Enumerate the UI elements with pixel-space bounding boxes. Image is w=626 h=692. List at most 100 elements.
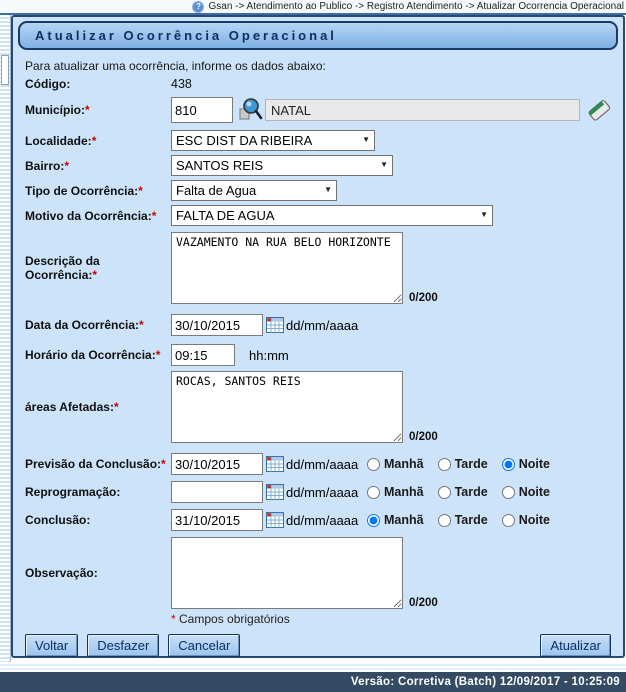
footer-bar: Versão: Corretiva (Batch) 12/09/2017 - 1… bbox=[0, 672, 626, 692]
previsao-date-input[interactable] bbox=[171, 453, 263, 475]
intro-text: Para atualizar uma ocorrência, informe o… bbox=[25, 59, 611, 73]
radio-tarde[interactable] bbox=[438, 486, 451, 499]
required-asterisk: * bbox=[161, 457, 166, 471]
municipio-row: Município:* NATAL bbox=[25, 97, 611, 123]
motivo-ocorrencia-select[interactable]: FALTA DE AGUA bbox=[171, 205, 493, 226]
horario-input[interactable] bbox=[171, 344, 235, 366]
areas-char-counter: 0/200 bbox=[409, 431, 438, 443]
municipio-code-input[interactable] bbox=[171, 97, 233, 123]
action-buttons-row: Voltar Desfazer Cancelar Atualizar bbox=[25, 634, 611, 657]
descricao-label: Descrição da Ocorrência:* bbox=[25, 254, 171, 283]
radio-noite[interactable] bbox=[502, 514, 515, 527]
previsao-calendar-button[interactable] bbox=[266, 456, 284, 472]
data-ocorrencia-label: Data da Ocorrência:* bbox=[25, 318, 171, 332]
previsao-row: Previsão da Conclusão:* dd/mm/aaaa Manhã… bbox=[25, 453, 611, 475]
descricao-row: Descrição da Ocorrência:* VAZAMENTO NA R… bbox=[25, 232, 611, 304]
date-format-hint: dd/mm/aaaa bbox=[286, 513, 358, 528]
conclusao-label: Conclusão: bbox=[25, 513, 171, 527]
main-panel: Atualizar Ocorrência Operacional Para at… bbox=[11, 15, 625, 658]
date-format-hint: dd/mm/aaaa bbox=[286, 318, 358, 333]
page-body: Atualizar Ocorrência Operacional Para at… bbox=[0, 15, 626, 662]
horario-row: Horário da Ocorrência:* hh:mm bbox=[25, 344, 611, 366]
municipio-clear-button[interactable] bbox=[588, 98, 611, 122]
atualizar-button[interactable]: Atualizar bbox=[540, 634, 611, 657]
bairro-select[interactable]: SANTOS REIS bbox=[171, 155, 393, 176]
tipo-ocorrencia-label: Tipo de Ocorrência:* bbox=[25, 184, 171, 198]
tipo-ocorrencia-row: Tipo de Ocorrência:* Falta de Agua ▼ bbox=[25, 180, 611, 201]
conclusao-calendar-button[interactable] bbox=[266, 512, 284, 528]
radio-manha[interactable] bbox=[367, 458, 380, 471]
frame-divider[interactable] bbox=[0, 15, 11, 662]
reprogramacao-label: Reprogramação: bbox=[25, 485, 171, 499]
localidade-label: Localidade:* bbox=[25, 134, 171, 148]
frame-divider-handle[interactable] bbox=[1, 55, 9, 85]
radio-manha[interactable] bbox=[367, 514, 380, 527]
radio-tarde[interactable] bbox=[438, 514, 451, 527]
footer-stripes bbox=[0, 662, 626, 672]
radio-option-tarde[interactable]: Tarde bbox=[438, 485, 488, 499]
desfazer-button[interactable]: Desfazer bbox=[87, 634, 159, 657]
calendar-icon bbox=[266, 317, 284, 333]
calendar-icon bbox=[266, 512, 284, 528]
radio-option-manha[interactable]: Manhã bbox=[367, 513, 424, 527]
radio-noite[interactable] bbox=[502, 458, 515, 471]
radio-option-manha[interactable]: Manhã bbox=[367, 457, 424, 471]
cancelar-button[interactable]: Cancelar bbox=[168, 634, 240, 657]
conclusao-row: Conclusão: dd/mm/aaaa Manhã Tarde Noite bbox=[25, 509, 611, 531]
required-asterisk: * bbox=[92, 134, 97, 148]
data-ocorrencia-calendar-button[interactable] bbox=[266, 317, 284, 333]
radio-tarde[interactable] bbox=[438, 458, 451, 471]
tipo-ocorrencia-select[interactable]: Falta de Agua bbox=[171, 180, 337, 201]
observacao-char-counter: 0/200 bbox=[409, 597, 438, 609]
localidade-select[interactable]: ESC DIST DA RIBEIRA bbox=[171, 130, 375, 151]
help-icon[interactable]: ? bbox=[192, 1, 204, 13]
reprogramacao-period-group: Manhã Tarde Noite bbox=[353, 485, 550, 499]
conclusao-date-input[interactable] bbox=[171, 509, 263, 531]
required-note: * Campos obrigatórios bbox=[171, 612, 290, 626]
previsao-label: Previsão da Conclusão:* bbox=[25, 457, 171, 471]
reprogramacao-row: Reprogramação: dd/mm/aaaa Manhã Tarde No… bbox=[25, 481, 611, 503]
radio-option-tarde[interactable]: Tarde bbox=[438, 513, 488, 527]
municipio-search-button[interactable] bbox=[237, 97, 263, 123]
localidade-row: Localidade:* ESC DIST DA RIBEIRA ▼ bbox=[25, 130, 611, 151]
breadcrumb-bar: ? Gsan -> Atendimento ao Publico -> Regi… bbox=[0, 0, 626, 15]
areas-afetadas-row: áreas Afetadas:* ROCAS, SANTOS REIS 0/20… bbox=[25, 371, 611, 443]
radio-manha[interactable] bbox=[367, 486, 380, 499]
required-asterisk: * bbox=[64, 159, 69, 173]
date-format-hint: dd/mm/aaaa bbox=[286, 457, 358, 472]
radio-noite[interactable] bbox=[502, 486, 515, 499]
date-format-hint: dd/mm/aaaa bbox=[286, 485, 358, 500]
areas-afetadas-textarea[interactable]: ROCAS, SANTOS REIS bbox=[171, 371, 403, 443]
data-ocorrencia-row: Data da Ocorrência:* dd/mm/aaaa bbox=[25, 314, 611, 336]
occurrence-form: Para atualizar uma ocorrência, informe o… bbox=[17, 54, 619, 660]
radio-option-noite[interactable]: Noite bbox=[502, 457, 550, 471]
conclusao-period-group: Manhã Tarde Noite bbox=[353, 513, 550, 527]
required-asterisk: * bbox=[85, 103, 90, 117]
page-title: Atualizar Ocorrência Operacional bbox=[18, 21, 618, 50]
time-format-hint: hh:mm bbox=[249, 348, 289, 363]
municipio-name-field: NATAL bbox=[265, 99, 580, 121]
reprogramacao-date-input[interactable] bbox=[171, 481, 263, 503]
motivo-ocorrencia-row: Motivo da Ocorrência:* FALTA DE AGUA ▼ bbox=[25, 205, 611, 226]
required-asterisk: * bbox=[139, 318, 144, 332]
radio-option-noite[interactable]: Noite bbox=[502, 513, 550, 527]
observacao-textarea[interactable] bbox=[171, 537, 403, 609]
municipio-label: Município:* bbox=[25, 103, 171, 117]
radio-option-noite[interactable]: Noite bbox=[502, 485, 550, 499]
breadcrumb: Gsan -> Atendimento ao Publico -> Regist… bbox=[208, 1, 624, 12]
data-ocorrencia-input[interactable] bbox=[171, 314, 263, 336]
descricao-textarea[interactable]: VAZAMENTO NA RUA BELO HORIZONTE bbox=[171, 232, 403, 304]
required-asterisk: * bbox=[92, 268, 97, 282]
required-asterisk: * bbox=[156, 348, 161, 362]
voltar-button[interactable]: Voltar bbox=[25, 634, 78, 657]
observacao-row: Observação: 0/200 bbox=[25, 537, 611, 609]
reprogramacao-calendar-button[interactable] bbox=[266, 484, 284, 500]
previsao-period-group: Manhã Tarde Noite bbox=[353, 457, 550, 471]
calendar-icon bbox=[266, 484, 284, 500]
codigo-row: Código: 438 bbox=[25, 77, 611, 91]
radio-option-tarde[interactable]: Tarde bbox=[438, 457, 488, 471]
descricao-char-counter: 0/200 bbox=[409, 292, 438, 304]
radio-option-manha[interactable]: Manhã bbox=[367, 485, 424, 499]
observacao-label: Observação: bbox=[25, 566, 171, 580]
bairro-label: Bairro:* bbox=[25, 159, 171, 173]
